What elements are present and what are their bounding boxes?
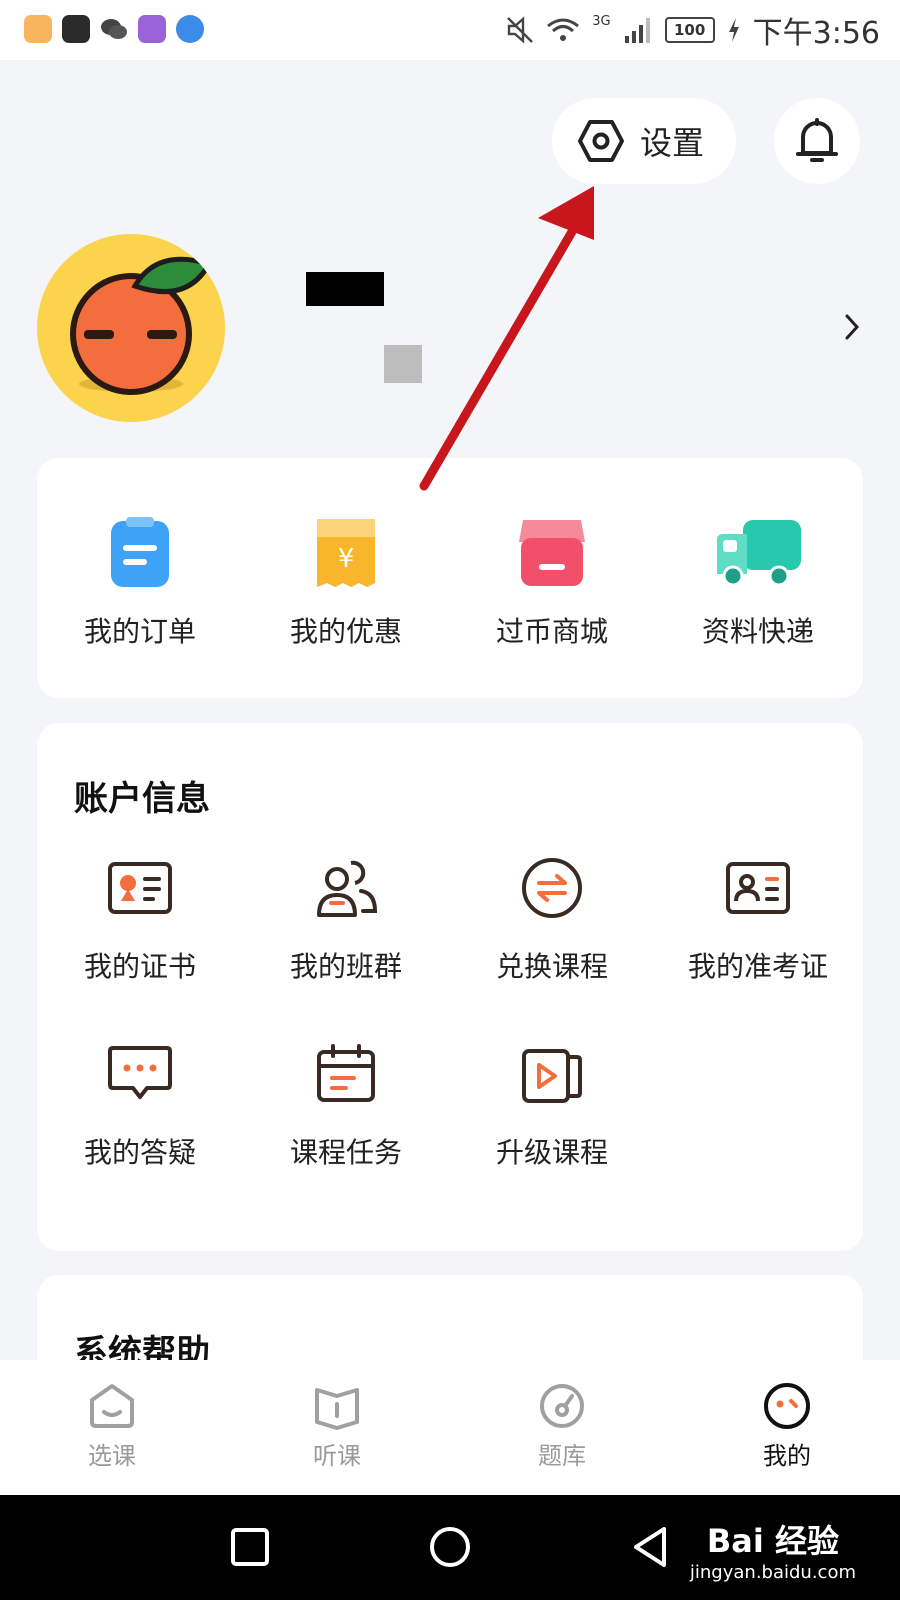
tab-label: 听课 bbox=[313, 1442, 361, 1470]
chevron-right-icon[interactable] bbox=[842, 312, 862, 342]
calendar-icon bbox=[317, 1044, 375, 1102]
quick-action-label: 过币商城 bbox=[495, 615, 608, 648]
settings-label: 设置 bbox=[640, 124, 705, 162]
exchange-icon bbox=[522, 858, 582, 918]
account-item-label: 兑换课程 bbox=[495, 950, 608, 983]
wifi-icon bbox=[547, 18, 580, 41]
chat-bubble-icon bbox=[108, 1046, 172, 1099]
quick-action-orders[interactable]: 我的订单 bbox=[37, 508, 243, 650]
battery-indicator: 100 bbox=[664, 17, 715, 43]
settings-button[interactable]: 设置 bbox=[552, 98, 736, 184]
username-redacted bbox=[306, 272, 384, 306]
bottom-tab-bar: 选课 听课 题库 我的 bbox=[0, 1360, 900, 1495]
store-icon bbox=[519, 520, 585, 586]
id-card-icon bbox=[726, 862, 790, 914]
order-clipboard-icon bbox=[111, 517, 169, 587]
orange-mascot-avatar bbox=[70, 256, 213, 395]
baidu-jingyan-watermark: Bai 经验 jingyan.baidu.com bbox=[690, 1516, 856, 1583]
account-item-qa[interactable]: 我的答疑 bbox=[37, 1029, 243, 1171]
quick-action-material-delivery[interactable]: 资料快递 bbox=[655, 508, 861, 650]
question-bank-icon bbox=[540, 1384, 584, 1428]
status-time: 下午3:56 bbox=[752, 16, 880, 51]
weather-icon bbox=[176, 15, 204, 43]
tab-listen-course[interactable]: 听课 bbox=[277, 1382, 397, 1471]
quick-actions-card: 我的订单 ¥ 我的优惠 过币商城 资料快递 bbox=[37, 458, 863, 698]
avatar[interactable] bbox=[37, 234, 225, 422]
my-profile-icon bbox=[764, 1383, 810, 1429]
account-item-label: 升级课程 bbox=[495, 1136, 608, 1169]
account-info-card: 账户信息 我的证书 我的班群 兑换课程 我的准考证 我的答疑 课程任务 升级课程 bbox=[37, 723, 863, 1251]
account-item-label: 我的证书 bbox=[83, 950, 196, 983]
bell-icon bbox=[796, 118, 838, 162]
user-info-redacted bbox=[384, 345, 422, 383]
account-item-label: 我的班群 bbox=[289, 950, 402, 983]
home-button[interactable] bbox=[428, 1525, 472, 1569]
certificate-icon bbox=[108, 862, 172, 914]
mute-icon bbox=[507, 16, 534, 44]
wechat-icon bbox=[100, 15, 128, 43]
back-button[interactable] bbox=[630, 1525, 670, 1569]
hexagon-gear-icon bbox=[578, 120, 624, 162]
group-users-icon bbox=[317, 860, 378, 917]
account-item-label: 我的答疑 bbox=[83, 1136, 196, 1169]
watermark-sub: jingyan.baidu.com bbox=[689, 1562, 856, 1583]
account-item-label: 我的准考证 bbox=[687, 950, 828, 983]
tab-label: 题库 bbox=[538, 1442, 586, 1470]
tab-label: 选课 bbox=[88, 1442, 136, 1470]
quick-action-coin-store[interactable]: 过币商城 bbox=[449, 508, 655, 650]
signal-icon bbox=[624, 18, 650, 43]
notification-button[interactable] bbox=[774, 98, 860, 184]
tab-my-profile[interactable]: 我的 bbox=[727, 1382, 847, 1471]
account-item-certificate[interactable]: 我的证书 bbox=[37, 843, 243, 985]
watermark-main: Bai 经验 bbox=[706, 1522, 839, 1560]
account-item-label: 课程任务 bbox=[289, 1136, 402, 1169]
tab-question-bank[interactable]: 题库 bbox=[502, 1382, 622, 1471]
notes-app-icon bbox=[24, 15, 52, 43]
huawei-appgallery-icon bbox=[62, 15, 90, 43]
quick-action-label: 我的优惠 bbox=[289, 615, 402, 648]
network-type: 3G bbox=[592, 13, 611, 29]
account-item-upgrade-course[interactable]: 升级课程 bbox=[449, 1029, 655, 1171]
quick-action-coupons[interactable]: ¥ 我的优惠 bbox=[243, 508, 449, 650]
section-title-account: 账户信息 bbox=[74, 779, 210, 819]
tab-select-course[interactable]: 选课 bbox=[52, 1382, 172, 1471]
recent-apps-button[interactable] bbox=[230, 1527, 270, 1567]
charging-icon bbox=[728, 18, 739, 42]
tab-label: 我的 bbox=[763, 1442, 811, 1470]
status-bar: 3G 100 下午3:56 bbox=[0, 0, 900, 60]
account-item-admission-ticket[interactable]: 我的准考证 bbox=[655, 843, 861, 985]
delivery-truck-icon bbox=[717, 520, 801, 587]
quick-action-label: 资料快递 bbox=[701, 615, 814, 648]
svg-text:¥: ¥ bbox=[338, 544, 355, 574]
browser-icon bbox=[138, 15, 166, 43]
account-item-class-group[interactable]: 我的班群 bbox=[243, 843, 449, 985]
video-play-icon bbox=[522, 1049, 582, 1103]
quick-action-label: 我的订单 bbox=[83, 615, 196, 648]
select-course-icon bbox=[90, 1384, 134, 1428]
coupon-receipt-icon: ¥ bbox=[317, 519, 375, 587]
account-item-course-tasks[interactable]: 课程任务 bbox=[243, 1029, 449, 1171]
account-item-redeem-course[interactable]: 兑换课程 bbox=[449, 843, 655, 985]
listen-course-icon bbox=[315, 1388, 359, 1430]
